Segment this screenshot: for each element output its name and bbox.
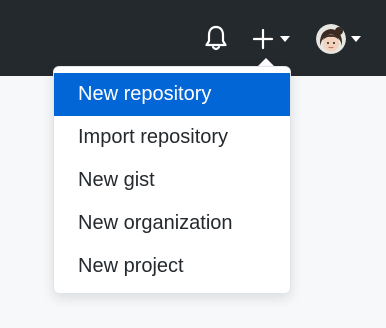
create-new-menu: New repository Import repository New gis…	[53, 66, 291, 294]
avatar	[316, 24, 346, 54]
caret-down-icon	[351, 36, 361, 42]
top-header	[0, 0, 386, 76]
plus-icon	[252, 28, 274, 50]
profile-dropdown-button[interactable]	[316, 24, 366, 54]
bell-icon	[205, 25, 227, 51]
caret-down-icon	[280, 36, 290, 42]
create-new-menu-list: New repository Import repository New gis…	[54, 73, 290, 288]
menu-item-new-gist[interactable]: New gist	[54, 159, 290, 202]
menu-item-import-repository[interactable]: Import repository	[54, 116, 290, 159]
menu-item-new-repository[interactable]: New repository	[54, 73, 290, 116]
menu-item-new-project[interactable]: New project	[54, 245, 290, 288]
notifications-button[interactable]	[203, 24, 229, 52]
menu-item-new-organization[interactable]: New organization	[54, 202, 290, 245]
create-new-dropdown-button[interactable]	[251, 25, 295, 53]
